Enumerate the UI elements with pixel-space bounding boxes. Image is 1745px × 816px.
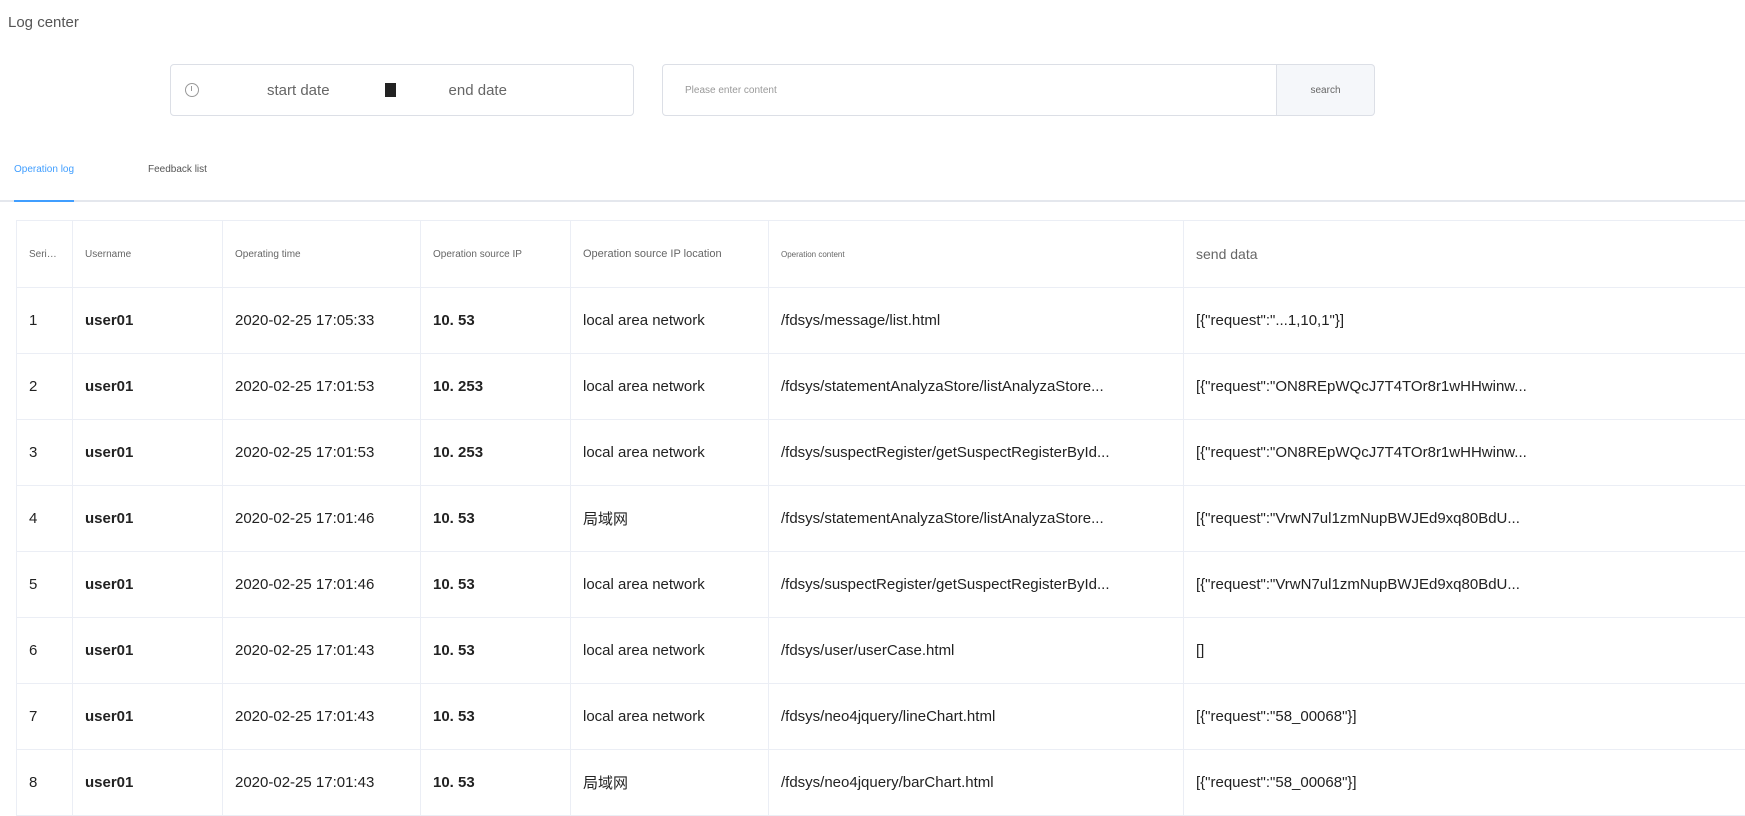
cell-operating-time: 2020-02-25 17:01:53 xyxy=(223,354,421,420)
table-row[interactable]: 8user012020-02-25 17:01:4310. 53局域网/fdsy… xyxy=(17,750,1745,816)
header-operation-content: Operation content xyxy=(769,221,1184,288)
start-date-input[interactable]: start date xyxy=(267,82,330,99)
cell-username: user01 xyxy=(73,552,223,618)
cell-operating-time: 2020-02-25 17:05:33 xyxy=(223,288,421,354)
date-range-picker[interactable]: start date end date xyxy=(170,64,634,116)
page-title: Log center xyxy=(8,14,79,31)
table-header-row: Serial number Username Operating time Op… xyxy=(17,221,1745,288)
cell-send-data: [{"request":"VrwN7ul1zmNupBWJEd9xq80BdU.… xyxy=(1184,486,1745,552)
cell-serial-number: 6 xyxy=(17,618,73,684)
table-row[interactable]: 1user012020-02-25 17:05:3310. 53local ar… xyxy=(17,288,1745,354)
cell-username: user01 xyxy=(73,354,223,420)
table-row[interactable]: 6user012020-02-25 17:01:4310. 53local ar… xyxy=(17,618,1745,684)
cell-source-ip: 10. 53 xyxy=(421,288,571,354)
cell-serial-number: 7 xyxy=(17,684,73,750)
content-search-input[interactable] xyxy=(662,64,1277,116)
cell-source-ip: 10. 253 xyxy=(421,354,571,420)
cell-serial-number: 8 xyxy=(17,750,73,816)
cell-serial-number: 1 xyxy=(17,288,73,354)
cell-source-ip: 10. 253 xyxy=(421,420,571,486)
cell-operation-content: /fdsys/statementAnalyzaStore/listAnalyza… xyxy=(769,486,1184,552)
tab-feedback-list[interactable]: Feedback list xyxy=(148,160,207,200)
table-row[interactable]: 5user012020-02-25 17:01:4610. 53local ar… xyxy=(17,552,1745,618)
cell-ip-location: local area network xyxy=(571,552,769,618)
header-operating-time: Operating time xyxy=(223,221,421,288)
table-row[interactable]: 7user012020-02-25 17:01:4310. 53local ar… xyxy=(17,684,1745,750)
cell-send-data: [{"request":"VrwN7ul1zmNupBWJEd9xq80BdU.… xyxy=(1184,552,1745,618)
table-row[interactable]: 3user012020-02-25 17:01:5310. 253local a… xyxy=(17,420,1745,486)
cell-ip-location: local area network xyxy=(571,684,769,750)
cell-ip-location: local area network xyxy=(571,618,769,684)
cell-operating-time: 2020-02-25 17:01:43 xyxy=(223,684,421,750)
cell-username: user01 xyxy=(73,684,223,750)
cell-ip-location: 局域网 xyxy=(571,486,769,552)
cell-source-ip: 10. 53 xyxy=(421,684,571,750)
header-serial-number: Serial number xyxy=(17,221,73,288)
cell-operation-content: /fdsys/statementAnalyzaStore/listAnalyza… xyxy=(769,354,1184,420)
cell-send-data: [] xyxy=(1184,618,1745,684)
table-row[interactable]: 2user012020-02-25 17:01:5310. 253local a… xyxy=(17,354,1745,420)
cell-source-ip: 10. 53 xyxy=(421,552,571,618)
cell-username: user01 xyxy=(73,486,223,552)
cell-operation-content: /fdsys/neo4jquery/lineChart.html xyxy=(769,684,1184,750)
cell-operation-content: /fdsys/neo4jquery/barChart.html xyxy=(769,750,1184,816)
calendar-icon xyxy=(385,83,396,97)
cell-source-ip: 10. 53 xyxy=(421,618,571,684)
cell-operating-time: 2020-02-25 17:01:46 xyxy=(223,486,421,552)
cell-username: user01 xyxy=(73,288,223,354)
cell-serial-number: 3 xyxy=(17,420,73,486)
cell-operating-time: 2020-02-25 17:01:53 xyxy=(223,420,421,486)
log-tabs: Operation log Feedback list xyxy=(0,160,1745,202)
cell-serial-number: 4 xyxy=(17,486,73,552)
header-username: Username xyxy=(73,221,223,288)
cell-source-ip: 10. 53 xyxy=(421,750,571,816)
cell-send-data: [{"request":"ON8REpWQcJ7T4TOr8r1wHHwinw.… xyxy=(1184,420,1745,486)
cell-serial-number: 5 xyxy=(17,552,73,618)
cell-username: user01 xyxy=(73,750,223,816)
cell-send-data: [{"request":"...1,10,1"}] xyxy=(1184,288,1745,354)
cell-operation-content: /fdsys/suspectRegister/getSuspectRegiste… xyxy=(769,420,1184,486)
cell-username: user01 xyxy=(73,618,223,684)
cell-serial-number: 2 xyxy=(17,354,73,420)
search-bar: start date end date search xyxy=(170,64,1375,116)
cell-operating-time: 2020-02-25 17:01:46 xyxy=(223,552,421,618)
tab-operation-log[interactable]: Operation log xyxy=(14,160,74,200)
cell-operating-time: 2020-02-25 17:01:43 xyxy=(223,750,421,816)
header-source-ip: Operation source IP xyxy=(421,221,571,288)
cell-operating-time: 2020-02-25 17:01:43 xyxy=(223,618,421,684)
cell-ip-location: local area network xyxy=(571,420,769,486)
header-ip-location: Operation source IP location xyxy=(571,221,769,288)
end-date-input[interactable]: end date xyxy=(449,82,507,99)
cell-send-data: [{"request":"ON8REpWQcJ7T4TOr8r1wHHwinw.… xyxy=(1184,354,1745,420)
cell-username: user01 xyxy=(73,420,223,486)
cell-ip-location: local area network xyxy=(571,288,769,354)
cell-ip-location: local area network xyxy=(571,354,769,420)
cell-operation-content: /fdsys/user/userCase.html xyxy=(769,618,1184,684)
header-send-data: send data xyxy=(1184,221,1745,288)
cell-send-data: [{"request":"58_00068"}] xyxy=(1184,750,1745,816)
clock-icon xyxy=(185,83,199,97)
table-row[interactable]: 4user012020-02-25 17:01:4610. 53局域网/fdsy… xyxy=(17,486,1745,552)
cell-source-ip: 10. 53 xyxy=(421,486,571,552)
cell-send-data: [{"request":"58_00068"}] xyxy=(1184,684,1745,750)
cell-operation-content: /fdsys/message/list.html xyxy=(769,288,1184,354)
cell-ip-location: 局域网 xyxy=(571,750,769,816)
search-button[interactable]: search xyxy=(1277,64,1375,116)
cell-operation-content: /fdsys/suspectRegister/getSuspectRegiste… xyxy=(769,552,1184,618)
operation-log-table: Serial number Username Operating time Op… xyxy=(16,220,1745,816)
